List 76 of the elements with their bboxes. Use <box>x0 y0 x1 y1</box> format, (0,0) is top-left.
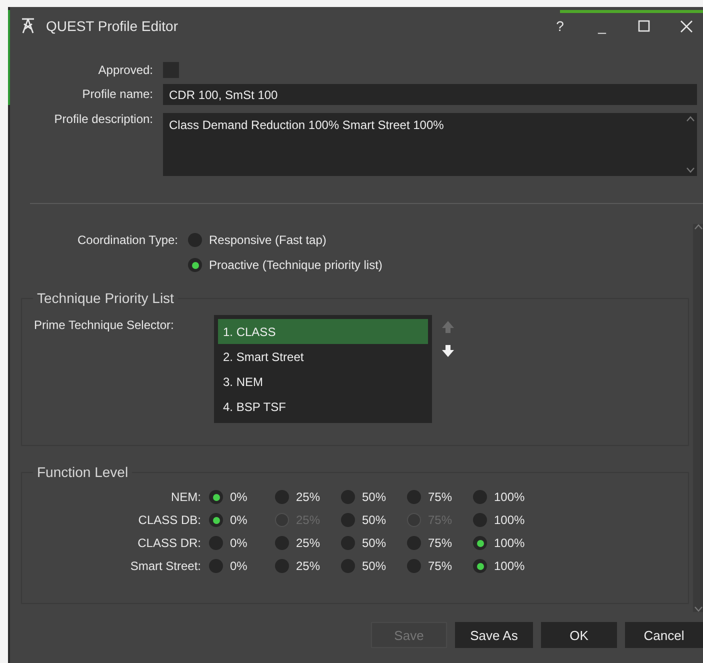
radio-button[interactable] <box>473 490 487 504</box>
profile-description-field[interactable]: Class Demand Reduction 100% Smart Street 100% <box>163 113 683 176</box>
tower-icon <box>20 17 36 35</box>
help-button[interactable]: ? <box>543 11 577 41</box>
radio-button[interactable] <box>275 490 289 504</box>
list-item[interactable]: 4. BSP TSF <box>218 394 428 419</box>
radio-label: 25% <box>296 559 320 573</box>
radio-button[interactable] <box>473 513 487 527</box>
row-label: Smart Street: <box>129 559 202 573</box>
radio-button[interactable] <box>275 536 289 550</box>
scrollbar[interactable] <box>683 113 697 176</box>
radio-label: 100% <box>494 513 525 527</box>
radio-label: 100% <box>494 536 525 550</box>
radio-label: 25% <box>296 490 320 504</box>
radio-button[interactable] <box>341 513 355 527</box>
radio-label: 100% <box>494 490 525 504</box>
maximize-icon <box>638 20 650 32</box>
dialog-button[interactable]: OK <box>541 622 617 648</box>
radio-button[interactable] <box>341 490 355 504</box>
radio-label: Proactive (Technique priority list) <box>209 258 382 272</box>
radio-button[interactable] <box>407 536 421 550</box>
scroll-up-icon[interactable] <box>686 116 694 122</box>
row-label: NEM: <box>170 490 202 504</box>
radio-label: 75% <box>428 559 452 573</box>
approved-checkbox[interactable] <box>163 62 179 78</box>
arrow-down-icon <box>440 343 456 359</box>
list-item[interactable]: 1. CLASS <box>218 319 428 344</box>
radio-label: 25% <box>296 536 320 550</box>
row-label: CLASS DB: <box>137 513 202 527</box>
move-down-button[interactable] <box>440 343 456 359</box>
field-label: Profile description: <box>53 111 153 128</box>
radio-button[interactable] <box>341 536 355 550</box>
radio-button[interactable] <box>188 258 202 272</box>
field-label: Approved: <box>97 62 153 79</box>
radio-button[interactable] <box>209 490 223 504</box>
radio-button[interactable] <box>188 233 202 247</box>
field-label: Prime Technique Selector: <box>34 317 175 334</box>
radio-button[interactable] <box>473 536 487 550</box>
radio-label: Responsive (Fast tap) <box>209 233 326 247</box>
profile-name-field[interactable]: CDR 100, SmSt 100 <box>163 84 697 105</box>
minimize-button[interactable]: _ <box>585 11 619 41</box>
radio-label: 75% <box>428 536 452 550</box>
radio-button[interactable] <box>407 490 421 504</box>
row-label: CLASS DR: <box>136 536 202 550</box>
scroll-down-icon[interactable] <box>694 606 702 612</box>
radio-label: 100% <box>494 559 525 573</box>
scrollbar[interactable] <box>693 224 703 612</box>
radio-button[interactable] <box>209 513 223 527</box>
window-title: QUEST Profile Editor <box>46 18 180 34</box>
group-title: Function Level <box>36 464 130 480</box>
field-label: Profile name: <box>81 86 153 103</box>
radio-button[interactable] <box>473 559 487 573</box>
radio-button[interactable] <box>341 559 355 573</box>
radio-button[interactable] <box>209 536 223 550</box>
list-item[interactable]: 2. Smart Street <box>218 344 428 369</box>
scroll-down-icon[interactable] <box>686 167 694 173</box>
list-item[interactable]: 3. NEM <box>218 369 428 394</box>
radio-label: 50% <box>362 559 386 573</box>
field-label: Coordination Type: <box>76 233 178 247</box>
radio-label: 50% <box>362 513 386 527</box>
dialog-button[interactable]: Cancel <box>625 622 703 648</box>
close-icon <box>680 20 692 32</box>
radio-button[interactable] <box>407 559 421 573</box>
radio-label: 75% <box>428 490 452 504</box>
group-title: Technique Priority List <box>36 290 175 306</box>
radio-button[interactable] <box>275 559 289 573</box>
scroll-up-icon[interactable] <box>694 224 702 230</box>
radio-label: 0% <box>230 536 248 550</box>
radio-label: 50% <box>362 536 386 550</box>
radio-label: 0% <box>230 513 248 527</box>
radio-label: 0% <box>230 559 248 573</box>
radio-label: 0% <box>230 490 248 504</box>
arrow-up-icon <box>440 319 456 335</box>
radio-button[interactable] <box>209 559 223 573</box>
dialog-button[interactable]: Save As <box>455 622 533 648</box>
radio-label: 50% <box>362 490 386 504</box>
